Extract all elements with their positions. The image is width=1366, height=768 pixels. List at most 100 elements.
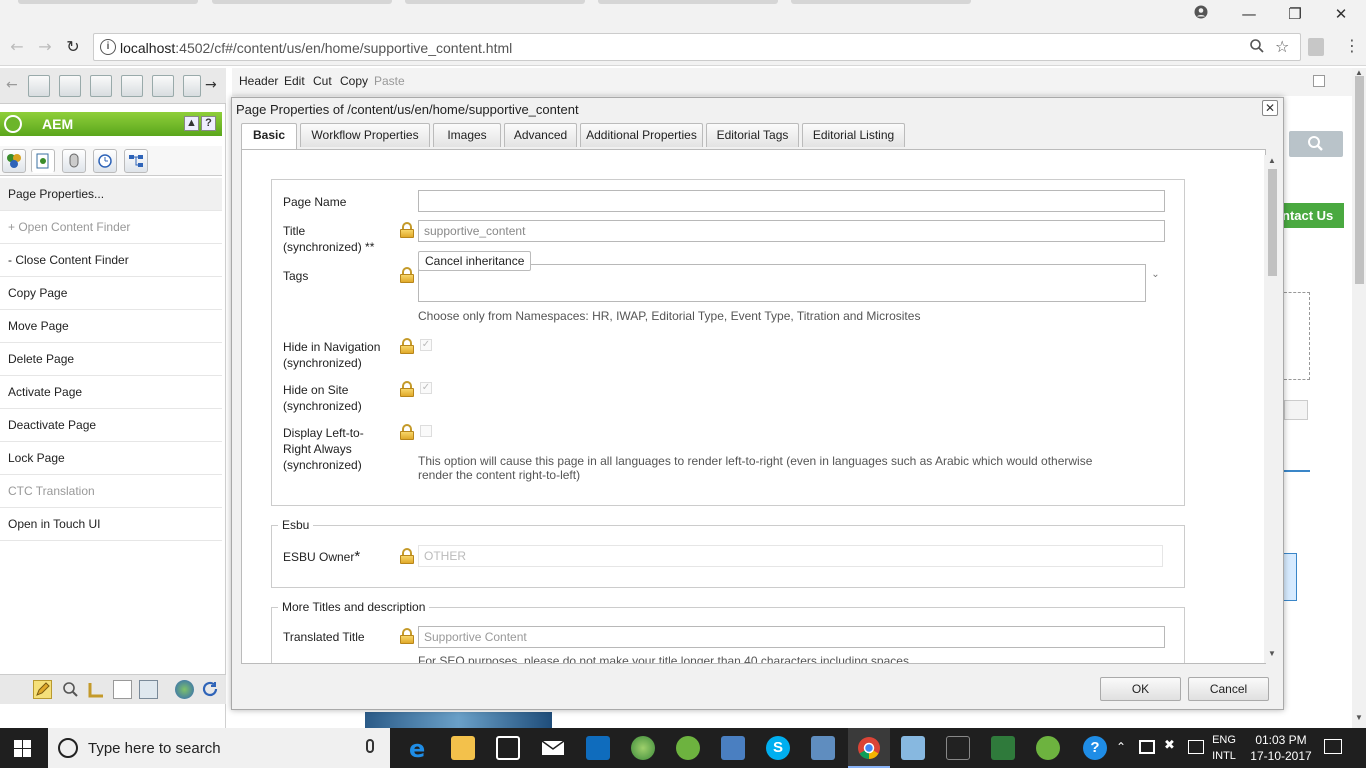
back-icon[interactable]: ← [6,36,28,58]
tab-editorial-tags[interactable]: Editorial Tags [706,123,799,147]
menu-ctc-translation[interactable]: CTC Translation [0,475,222,508]
mouse-tab-icon[interactable] [62,149,86,173]
hide-on-site-checkbox[interactable]: ✓ [420,382,432,394]
components-tab-icon[interactable] [2,149,26,173]
edge-browser-icon[interactable]: e [406,735,430,763]
document-tool-icon[interactable] [90,75,112,97]
dialog-scrollbar[interactable]: ▲ ▼ [1264,155,1280,663]
bookmark-star-icon[interactable]: ☆ [1275,37,1289,56]
page-scrollbar-thumb[interactable] [1355,76,1364,284]
lock-icon[interactable] [399,628,415,644]
browser-tab[interactable] [405,0,585,4]
microphone-icon[interactable] [366,739,374,753]
editbar-paste[interactable]: Paste [374,74,405,88]
lock-icon[interactable] [399,338,415,354]
minimize-icon[interactable]: — [1234,4,1264,24]
forward-icon[interactable]: → [34,36,56,58]
volume-muted-icon[interactable]: ✖ [1164,738,1175,753]
help-icon[interactable]: ? [201,116,216,131]
tab-advanced[interactable]: Advanced [504,123,577,147]
profile-icon[interactable] [1186,4,1216,24]
tab-editorial-listing[interactable]: Editorial Listing [802,123,905,147]
sidekick-back-icon[interactable]: ← [6,77,18,93]
close-icon[interactable]: ✕ [1326,4,1356,24]
scaffolding-mode-icon[interactable] [113,680,132,699]
skype-icon[interactable]: S [766,736,790,760]
view-tool-icon[interactable] [183,75,201,97]
menu-lock-page[interactable]: Lock Page [0,442,222,475]
menu-copy-page[interactable]: Copy Page [0,277,222,310]
mail-icon[interactable] [541,736,565,760]
page-name-input[interactable] [418,190,1165,212]
language-bottom[interactable]: INTL [1210,749,1238,763]
scroll-down-arrow-icon[interactable]: ▼ [1268,649,1276,658]
browser-tab[interactable] [598,0,778,4]
browser-tab[interactable] [791,0,971,4]
lock-icon[interactable] [399,222,415,238]
editbar-edit[interactable]: Edit [284,74,305,88]
menu-close-content-finder[interactable]: - Close Content Finder [0,244,222,277]
store-icon[interactable] [496,736,520,760]
file-explorer-icon[interactable] [451,736,475,760]
url-text[interactable]: localhost:4502/cf#/content/us/en/home/su… [120,40,512,56]
reload-icon[interactable]: ↻ [62,36,84,58]
app-icon[interactable] [721,736,745,760]
address-bar[interactable]: i localhost:4502/cf#/content/us/en/home/… [93,33,1301,61]
restore-icon[interactable]: ❐ [1280,4,1310,24]
edit-mode-icon[interactable] [33,680,52,699]
spring-app-icon[interactable] [676,736,700,760]
sidekick-forward-icon[interactable]: → [205,77,217,93]
refresh-icon[interactable] [201,680,220,699]
table-tool-icon[interactable] [121,75,143,97]
cancel-button[interactable]: Cancel [1188,677,1269,701]
lock-icon[interactable] [399,548,415,564]
menu-kebab-icon[interactable]: ⋮ [1344,36,1360,55]
network-icon[interactable] [1139,740,1155,754]
scroll-down-arrow-icon[interactable]: ▼ [1355,713,1363,722]
globe-icon[interactable] [175,680,194,699]
translated-title-input[interactable]: Supportive Content [418,626,1165,648]
menu-move-page[interactable]: Move Page [0,310,222,343]
tab-basic[interactable]: Basic [241,123,297,150]
display-ltr-checkbox[interactable] [420,425,432,437]
menu-open-in-touch-ui[interactable]: Open in Touch UI [0,508,222,541]
scroll-up-arrow-icon[interactable]: ▲ [1268,156,1276,165]
lock-icon[interactable] [399,267,415,283]
language-top[interactable]: ENG [1210,733,1238,747]
client-context-icon[interactable] [139,680,158,699]
taskbar-search-box[interactable]: Type here to search [48,728,390,768]
sitemap-tab-icon[interactable] [124,149,148,173]
clock-date[interactable]: 17-10-2017 [1246,749,1316,763]
tray-expand-icon[interactable]: ⌃ [1116,740,1126,754]
esbu-owner-select[interactable]: OTHER [418,545,1163,567]
tab-additional-properties[interactable]: Additional Properties [580,123,703,147]
tab-images[interactable]: Images [433,123,501,147]
dialog-scrollbar-thumb[interactable] [1268,169,1277,276]
menu-page-properties[interactable]: Page Properties... [0,178,222,211]
editbar-checkbox[interactable] [1313,75,1325,87]
menu-delete-page[interactable]: Delete Page [0,343,222,376]
title-input[interactable]: supportive_content [418,220,1165,242]
lock-icon[interactable] [399,424,415,440]
menu-deactivate-page[interactable]: Deactivate Page [0,409,222,442]
tags-dropdown-chevron-icon[interactable]: ⌄ [1146,264,1165,286]
clock-time[interactable]: 01:03 PM [1246,733,1316,747]
command-prompt-icon[interactable] [946,736,970,760]
design-mode-icon[interactable] [87,680,106,699]
globe-app-icon[interactable] [631,736,655,760]
help-app-icon[interactable]: ? [1083,736,1107,760]
browser-tab[interactable] [212,0,392,4]
pdf-extension-icon[interactable] [1308,38,1324,56]
preview-mode-icon[interactable] [61,680,80,699]
ok-button[interactable]: OK [1100,677,1181,701]
windows-start-icon[interactable] [14,740,31,760]
battery-icon[interactable] [1188,740,1204,754]
collapse-icon[interactable]: ▲ [184,116,199,131]
zoom-icon[interactable] [1249,38,1265,57]
menu-open-content-finder[interactable]: + Open Content Finder [0,211,222,244]
info-icon[interactable]: i [100,39,116,55]
dialog-close-icon[interactable]: ✕ [1262,100,1278,116]
calendar-tool-icon[interactable] [152,75,174,97]
page-tab-icon[interactable] [31,149,55,173]
wrench-tool-icon[interactable] [59,75,81,97]
